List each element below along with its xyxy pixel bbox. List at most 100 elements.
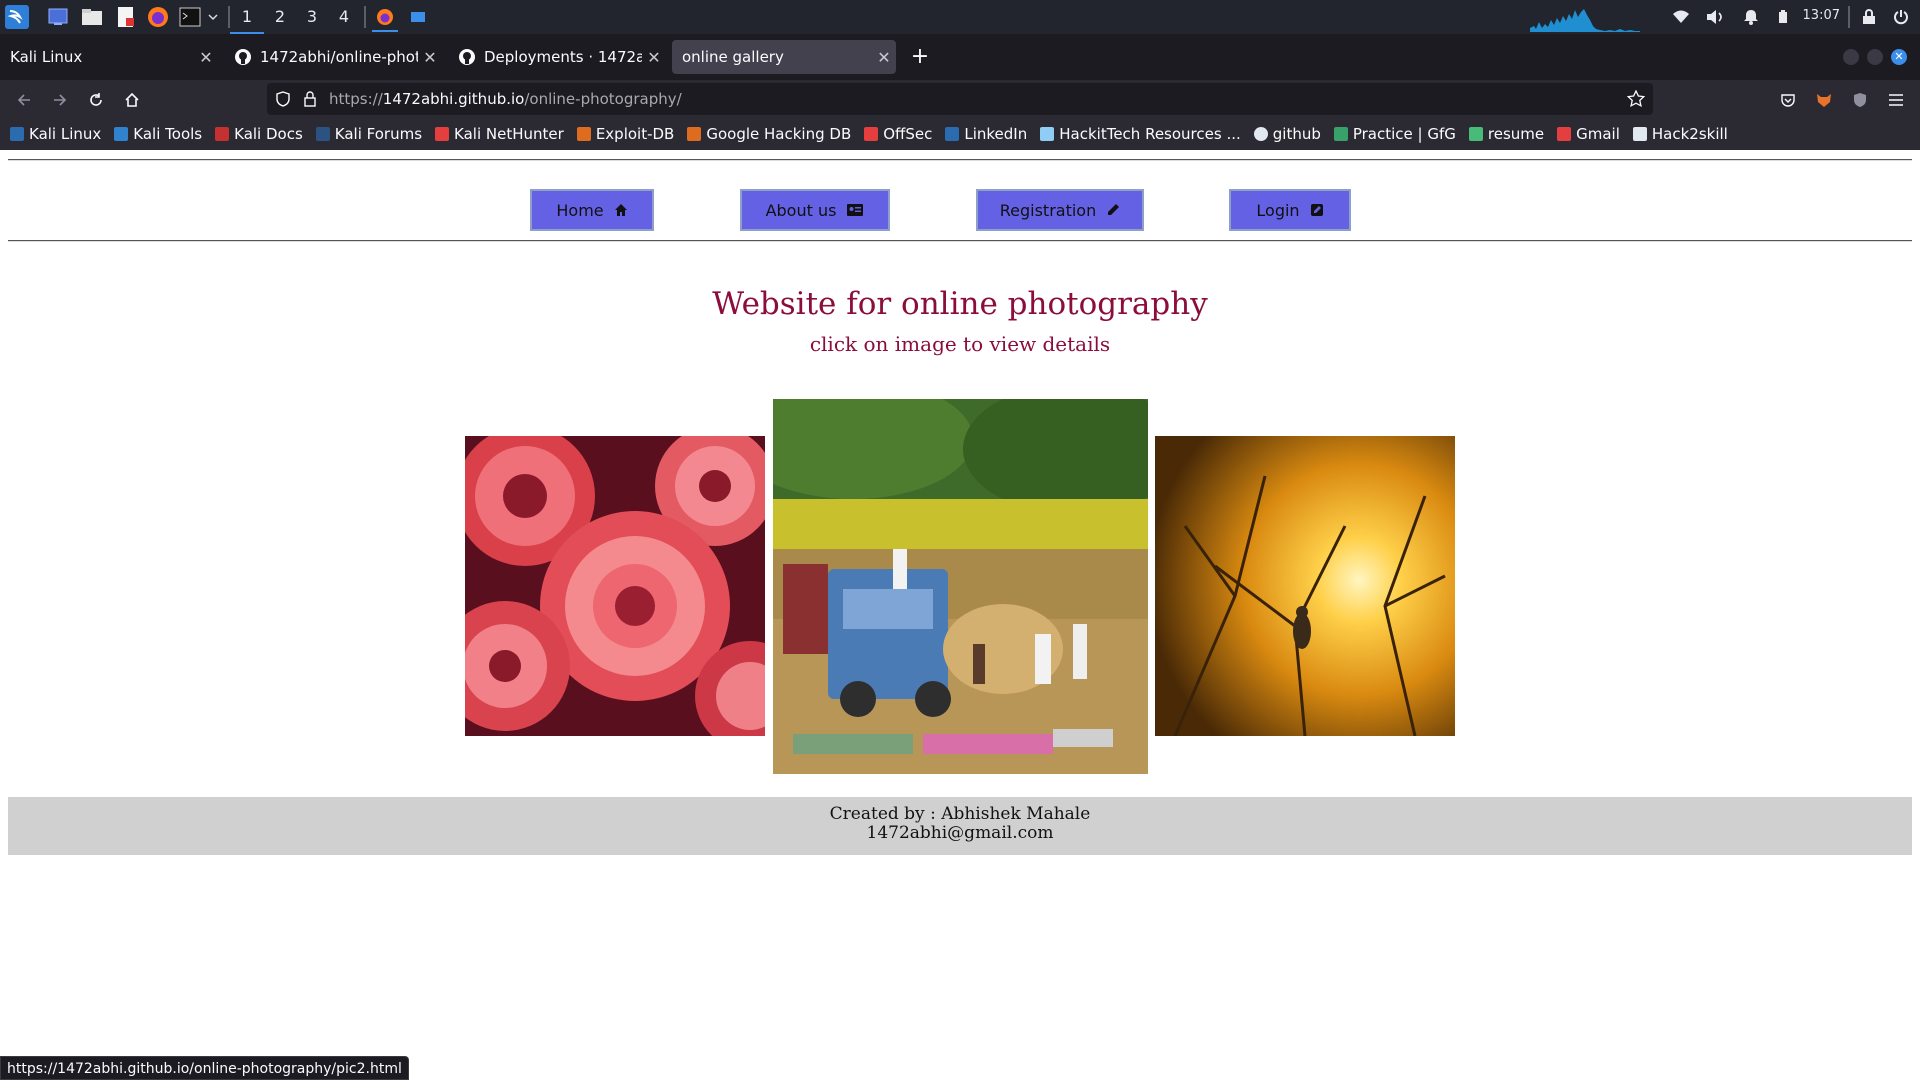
page-title: Website for online photography [712,286,1208,322]
bookmark-google-hacking-db[interactable]: Google Hacking DB [687,125,851,143]
bookmark-kali-tools[interactable]: Kali Tools [114,125,202,143]
tab-online-gallery[interactable]: online gallery ✕ [672,40,896,74]
bookmark-label: Practice | GfG [1352,125,1456,143]
browser-toolbar: https://1472abhi.github.io/online-photog… [0,80,1920,118]
reload-button[interactable] [82,86,110,114]
close-icon[interactable]: ✕ [872,48,896,67]
tab-github-repo[interactable]: 1472abhi/online-photography ✕ [224,40,442,74]
bookmark-resume[interactable]: resume [1468,125,1545,143]
pocket-icon[interactable] [1774,86,1802,114]
about-us-nav-button[interactable]: About us [740,189,890,231]
url-text[interactable]: https://1472abhi.github.io/online-photog… [329,83,682,115]
back-button[interactable] [10,86,38,114]
clock[interactable]: 13:07 [1803,0,1840,32]
kali-tools-icon [114,127,129,141]
github-icon [1253,127,1268,141]
nav-divider [8,240,1912,242]
bookmark-label: Kali Tools [133,125,203,143]
flowers-photo[interactable] [465,436,765,736]
kali-menu-icon[interactable] [4,5,30,29]
firefox-window-icon[interactable] [372,3,398,32]
desktop-icon[interactable] [46,5,70,29]
bookmark-hackittech[interactable]: HackitTech Resources ... [1040,125,1241,143]
bookmark-star-icon[interactable] [1627,90,1645,108]
bookmark-gfg[interactable]: Practice | GfG [1333,125,1456,143]
app-window-icon[interactable] [406,5,430,29]
url-bar[interactable]: https://1472abhi.github.io/online-photog… [267,83,1653,115]
lock-icon[interactable] [1858,5,1880,29]
harvest-photo[interactable] [773,399,1148,774]
offsec-icon [864,127,879,141]
workspace-1[interactable]: 1 [230,0,264,34]
bookmark-exploit-db[interactable]: Exploit-DB [576,125,675,143]
kali-icon [10,127,24,141]
chevron-down-icon[interactable] [206,5,220,29]
footer: Created by : Abhishek Mahale 1472abhi@gm… [8,797,1912,855]
bookmark-offsec[interactable]: OffSec [864,125,932,143]
shield-icon[interactable] [275,91,291,107]
firefox-icon[interactable] [146,5,170,29]
home-nav-button[interactable]: Home [530,189,654,231]
bookmark-label: OffSec [883,125,933,143]
home-nav-label: Home [556,200,604,220]
bookmark-label: HackitTech Resources ... [1059,125,1241,143]
login-nav-label: Login [1256,200,1300,220]
pencil-icon [1108,204,1120,215]
close-icon[interactable]: ✕ [194,48,218,67]
footer-email: 1472abhi@gmail.com [866,823,1054,843]
bookmark-kali-forums[interactable]: Kali Forums [315,125,422,143]
bookmark-linkedin[interactable]: LinkedIn [945,125,1027,143]
bookmark-github[interactable]: github [1253,125,1321,143]
bookmark-kali-linux[interactable]: Kali Linux [10,125,101,143]
ublock-shield-icon[interactable] [1846,86,1874,114]
registration-nav-label: Registration [999,200,1097,220]
workspace-2[interactable]: 2 [263,0,297,34]
exploit-db-icon [576,127,591,141]
tab-kali-linux[interactable]: Kali Linux ✕ [0,40,218,74]
web-page: Home About us Registration Login Website… [0,150,1920,1056]
text-editor-icon[interactable] [114,5,138,29]
file-manager-icon[interactable] [80,5,104,29]
bookmark-label: Exploit-DB [595,125,675,143]
maximize-button[interactable] [1867,49,1883,65]
bookmark-gmail[interactable]: Gmail [1557,125,1620,143]
new-tab-button[interactable]: + [908,46,932,70]
notification-bell-icon[interactable] [1740,5,1762,29]
close-icon[interactable]: ✕ [418,48,442,67]
terminal-icon[interactable] [178,5,202,29]
top-divider [8,159,1912,161]
volume-icon[interactable] [1704,5,1726,29]
forward-button[interactable] [46,86,74,114]
os-taskbar: 1 2 3 4 13:07 [0,0,1920,34]
id-card-icon [847,204,864,216]
home-button[interactable] [118,86,146,114]
workspace-3[interactable]: 3 [295,0,329,34]
tab-deployments[interactable]: Deployments · 1472abhi/online-photograph… [448,40,666,74]
bookmark-label: resume [1487,125,1545,143]
power-icon[interactable] [1890,5,1912,29]
registration-nav-button[interactable]: Registration [976,189,1144,231]
hack2skill-icon [1632,127,1647,141]
extension-fox-icon[interactable] [1810,86,1838,114]
resume-icon [1468,127,1483,141]
menu-icon[interactable] [1882,86,1910,114]
bookmark-kali-docs[interactable]: Kali Docs [215,125,303,143]
home-icon [614,204,627,216]
taskbar-separator [364,6,366,28]
workspace-4[interactable]: 4 [327,0,361,34]
battery-icon [1774,5,1792,29]
bookmark-hack2skill[interactable]: Hack2skill [1632,125,1728,143]
page-subtitle: click on image to view details [809,332,1111,356]
hackittech-icon [1040,127,1055,141]
minimize-button[interactable] [1843,49,1859,65]
wifi-icon[interactable] [1670,5,1692,29]
tab-title: 1472abhi/online-photography [260,48,418,66]
lock-icon[interactable] [303,91,317,107]
github-icon [459,49,475,65]
kali-forums-icon [315,127,330,141]
login-nav-button[interactable]: Login [1229,189,1351,231]
sunset-bird-photo[interactable] [1155,436,1455,736]
close-window-button[interactable]: ✕ [1891,49,1907,65]
bookmark-kali-nethunter[interactable]: Kali NetHunter [435,125,564,143]
close-icon[interactable]: ✕ [642,48,666,67]
